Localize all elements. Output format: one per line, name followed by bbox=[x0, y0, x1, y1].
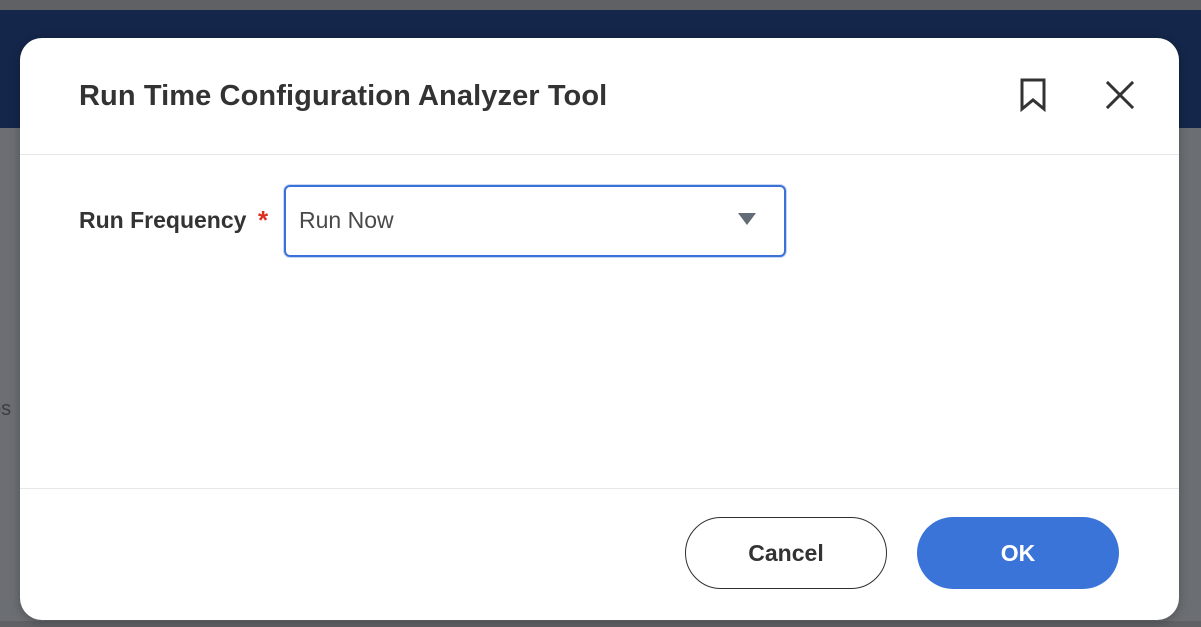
header-divider bbox=[20, 154, 1179, 155]
bookmark-icon bbox=[1020, 78, 1046, 112]
cancel-button[interactable]: Cancel bbox=[685, 517, 887, 589]
bookmark-button[interactable] bbox=[1013, 75, 1053, 115]
close-button[interactable] bbox=[1100, 75, 1140, 115]
required-marker: * bbox=[258, 205, 269, 235]
run-frequency-label: Run Frequency bbox=[79, 207, 247, 233]
run-frequency-value: Run Now bbox=[299, 207, 394, 233]
ok-button[interactable]: OK bbox=[917, 517, 1119, 589]
footer-divider bbox=[20, 488, 1179, 489]
close-icon bbox=[1105, 80, 1135, 110]
run-config-dialog: Run Time Configuration Analyzer Tool Run… bbox=[20, 38, 1179, 620]
caret-down-icon bbox=[738, 213, 756, 225]
top-strip bbox=[0, 0, 1201, 10]
dialog-title: Run Time Configuration Analyzer Tool bbox=[79, 80, 608, 112]
run-frequency-select[interactable]: Run Now bbox=[284, 185, 786, 257]
background-partial-text: os bbox=[0, 398, 12, 420]
bottom-strip bbox=[0, 621, 1201, 627]
